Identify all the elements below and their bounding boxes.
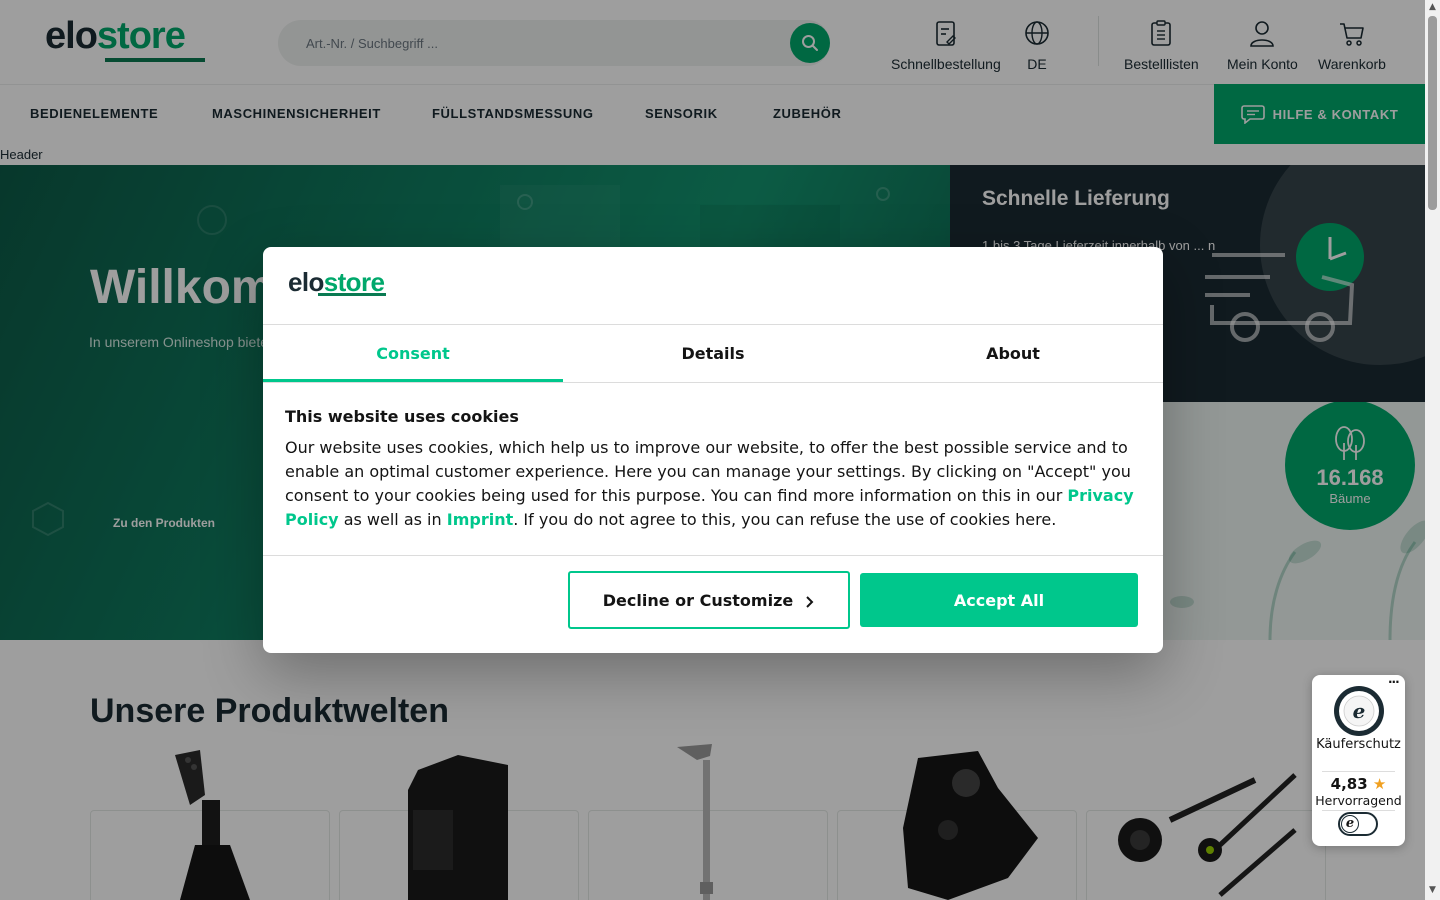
divider xyxy=(1322,810,1395,811)
chevron-right-icon xyxy=(806,596,814,608)
buyer-protection-label: Käuferschutz xyxy=(1316,737,1401,752)
trusted-shops-badge[interactable]: ··· e Käuferschutz 4,83 ★ Hervorragend e xyxy=(1312,675,1405,846)
decline-label: Decline or Customize xyxy=(602,590,794,610)
accept-all-button[interactable]: Accept All xyxy=(860,573,1138,627)
trusted-shops-e-icon: e xyxy=(1341,815,1359,833)
cookie-description: Our website uses cookies, which help us … xyxy=(285,438,1134,529)
divider xyxy=(263,382,1163,383)
tab-consent[interactable]: Consent xyxy=(263,325,563,382)
divider xyxy=(263,555,1163,556)
rating-value: 4,83 ★ xyxy=(1330,775,1387,793)
cookie-heading: This website uses cookies xyxy=(285,407,519,426)
trusted-shops-seal-icon: e xyxy=(1334,686,1384,736)
dialog-logo-underline xyxy=(318,293,386,296)
cookie-consent-dialog: elostore Consent Details About This webs… xyxy=(263,247,1163,653)
page-scrollbar[interactable]: ▲ ▼ xyxy=(1425,0,1440,900)
rating-word: Hervorragend xyxy=(1315,793,1402,808)
tab-about[interactable]: About xyxy=(863,325,1163,382)
imprint-link[interactable]: Imprint xyxy=(447,510,514,529)
tab-details[interactable]: Details xyxy=(563,325,863,382)
scroll-down-arrow[interactable]: ▼ xyxy=(1428,886,1437,895)
divider xyxy=(1322,771,1395,772)
svg-text:e: e xyxy=(1353,699,1366,723)
scroll-up-arrow[interactable]: ▲ xyxy=(1428,3,1437,12)
more-options-icon[interactable]: ··· xyxy=(1388,675,1400,689)
star-icon: ★ xyxy=(1372,775,1387,793)
scroll-thumb[interactable] xyxy=(1428,16,1437,210)
badge-toggle[interactable]: e xyxy=(1338,812,1378,836)
decline-customize-button[interactable]: Decline or Customize xyxy=(568,571,850,629)
